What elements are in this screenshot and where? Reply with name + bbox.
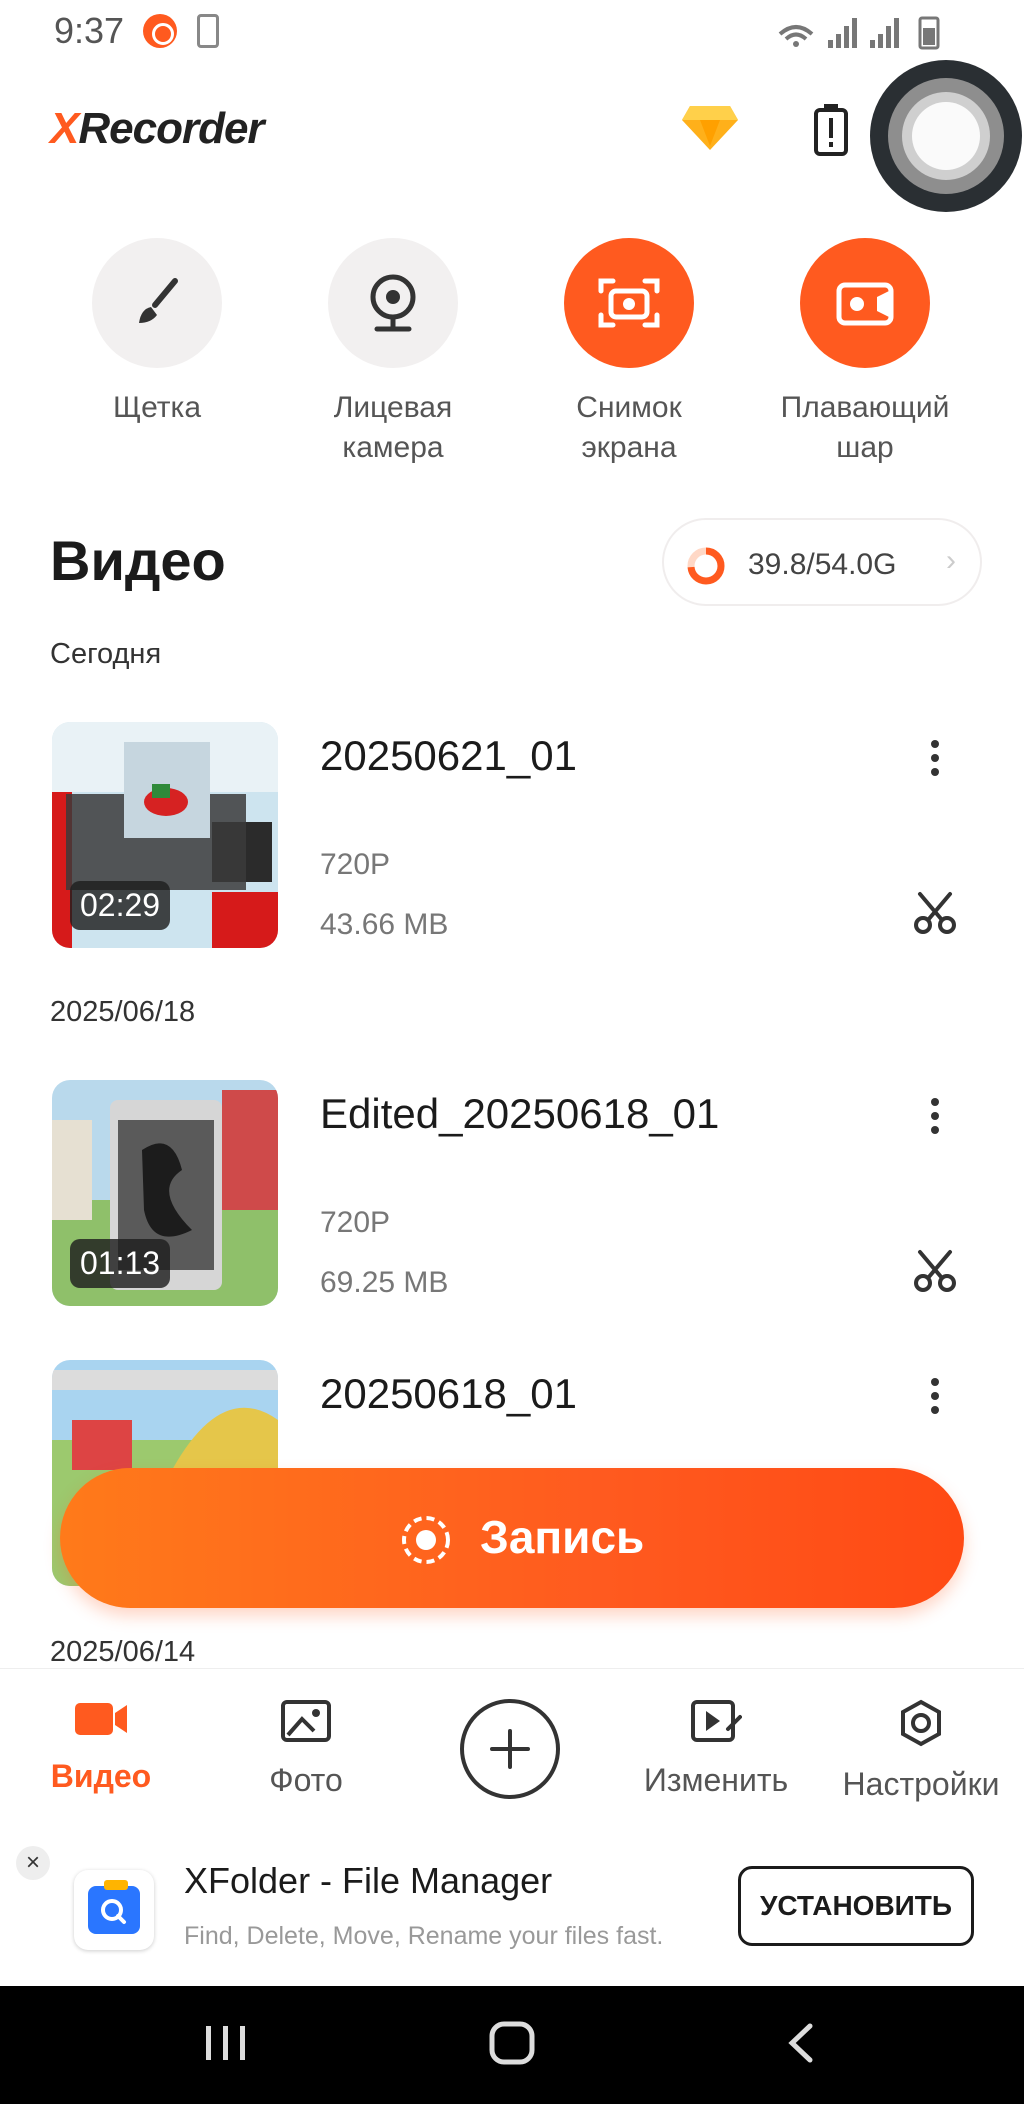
install-button[interactable]: УСТАНОВИТЬ xyxy=(738,1866,974,1946)
nav-label: Настройки xyxy=(842,1766,1000,1802)
floating-ball-button[interactable] xyxy=(870,60,1022,212)
app-header: XRecorder xyxy=(0,60,1024,212)
screenshot-camera-icon xyxy=(598,278,660,328)
plus-icon xyxy=(490,1729,530,1769)
scissors-icon[interactable] xyxy=(912,1248,958,1294)
nav-label: Видео xyxy=(50,1758,152,1794)
record-button[interactable]: Запись xyxy=(60,1468,964,1608)
scissors-icon[interactable] xyxy=(912,890,958,936)
storage-text: 39.8/54.0G xyxy=(748,548,897,581)
recent-apps-icon[interactable] xyxy=(206,2026,245,2060)
record-button-label: Запись xyxy=(480,1511,645,1563)
tool-label: Снимок экрана xyxy=(576,391,682,464)
tool-label: Лицевая камера xyxy=(333,391,453,464)
video-thumbnail[interactable]: 02:29 xyxy=(52,722,278,948)
video-item[interactable]: 01:13 Edited_20250618_01 720P 69.25 MB xyxy=(0,1080,1024,1310)
group-date-label: 2025/06/18 xyxy=(50,996,196,1028)
video-name: 20250621_01 xyxy=(320,732,577,779)
video-resolution: 720P xyxy=(320,1206,391,1239)
group-date-label: Сегодня xyxy=(50,638,162,670)
photo-icon xyxy=(281,1700,331,1742)
system-navigation-bar xyxy=(0,1986,1024,2104)
storage-indicator[interactable]: 39.8/54.0G › xyxy=(662,518,982,606)
sim-icon xyxy=(197,14,219,48)
group-date-label: 2025/06/14 xyxy=(50,1636,196,1668)
bottom-navigation: Видео Фото Изменить Настройки xyxy=(0,1668,1024,1828)
signal-icon xyxy=(778,16,940,50)
ad-app-icon xyxy=(74,1870,154,1950)
floating-ball-tool-button[interactable] xyxy=(800,238,930,368)
video-camera-icon xyxy=(836,282,894,326)
storage-donut-icon xyxy=(687,547,725,585)
tool-face-camera[interactable]: Лицевая камера xyxy=(293,238,493,468)
video-name: Edited_20250618_01 xyxy=(320,1090,720,1137)
nav-label: Фото xyxy=(269,1762,343,1798)
nav-item-video[interactable]: Видео xyxy=(1,1699,201,1795)
ad-banner[interactable]: × XFolder - File Manager Find, Delete, M… xyxy=(0,1828,1024,1986)
recording-indicator-icon xyxy=(143,14,177,48)
battery-warning-icon[interactable] xyxy=(812,102,852,158)
video-size: 69.25 MB xyxy=(320,1266,449,1299)
app-logo: XRecorder xyxy=(50,104,265,153)
edit-video-icon xyxy=(691,1700,742,1742)
tools-row: Щетка Лицевая камера Снимок экрана Плава… xyxy=(0,238,1024,478)
video-size: 43.66 MB xyxy=(320,908,449,941)
settings-icon xyxy=(901,1699,941,1747)
nav-item-photo[interactable]: Фото xyxy=(206,1699,406,1799)
tool-floating-ball[interactable]: Плавающий шар xyxy=(765,238,965,468)
tool-label: Щетка xyxy=(112,391,202,424)
chevron-right-icon: › xyxy=(946,544,956,577)
status-bar: 9:37 xyxy=(0,0,1024,62)
nav-item-settings[interactable]: Настройки xyxy=(821,1699,1021,1803)
screenshot-button[interactable] xyxy=(564,238,694,368)
video-name: 20250618_01 xyxy=(320,1370,577,1417)
record-icon xyxy=(402,1516,450,1564)
video-item[interactable]: 02:29 20250621_01 720P 43.66 MB xyxy=(0,722,1024,952)
video-icon xyxy=(75,1703,127,1735)
tool-label: Плавающий шар xyxy=(780,391,950,464)
home-icon[interactable] xyxy=(489,2021,535,2065)
nav-label: Изменить xyxy=(643,1762,789,1798)
ad-title: XFolder - File Manager xyxy=(184,1860,553,1901)
video-duration: 02:29 xyxy=(70,881,171,930)
more-options-icon[interactable] xyxy=(918,1374,952,1424)
brush-tool-button[interactable] xyxy=(92,238,222,368)
face-camera-button[interactable] xyxy=(328,238,458,368)
video-duration: 01:13 xyxy=(70,1239,171,1288)
video-resolution: 720P xyxy=(320,848,391,881)
add-button[interactable] xyxy=(460,1699,560,1799)
section-title: Видео xyxy=(50,529,226,592)
status-time: 9:37 xyxy=(54,10,125,51)
tool-screenshot[interactable]: Снимок экрана xyxy=(529,238,729,468)
brush-icon xyxy=(139,278,178,323)
ad-description: Find, Delete, Move, Rename your files fa… xyxy=(184,1922,664,1950)
tool-brush[interactable]: Щетка xyxy=(57,238,257,428)
nav-item-edit[interactable]: Изменить xyxy=(616,1699,816,1799)
webcam-icon xyxy=(370,274,416,332)
close-ad-icon[interactable]: × xyxy=(16,1846,50,1880)
premium-gem-icon[interactable] xyxy=(680,102,740,152)
more-options-icon[interactable] xyxy=(918,736,952,786)
video-thumbnail[interactable]: 01:13 xyxy=(52,1080,278,1306)
more-options-icon[interactable] xyxy=(918,1094,952,1144)
back-icon[interactable] xyxy=(788,2023,813,2063)
